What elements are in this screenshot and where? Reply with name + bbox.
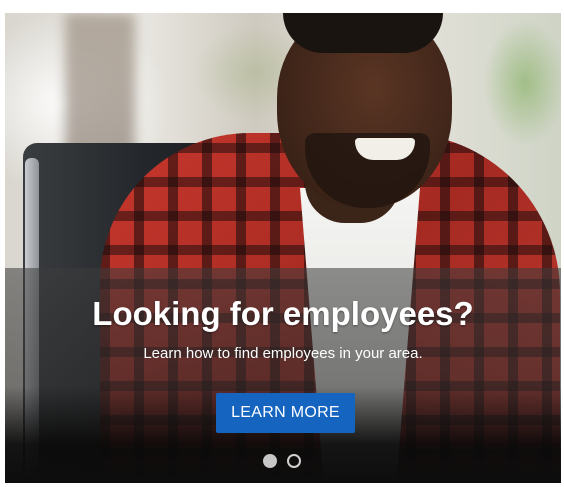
hero-subheadline: Learn how to find employees in your area…	[143, 345, 423, 362]
carousel-pagination	[263, 454, 301, 468]
hero-headline: Looking for employees?	[92, 295, 474, 332]
carousel-dot-2[interactable]	[287, 454, 301, 468]
carousel-dot-1[interactable]	[263, 454, 277, 468]
hero-carousel: Looking for employees? Learn how to find…	[5, 13, 561, 483]
learn-more-button[interactable]: LEARN MORE	[216, 393, 355, 433]
smile	[355, 138, 415, 160]
hair	[283, 13, 443, 53]
